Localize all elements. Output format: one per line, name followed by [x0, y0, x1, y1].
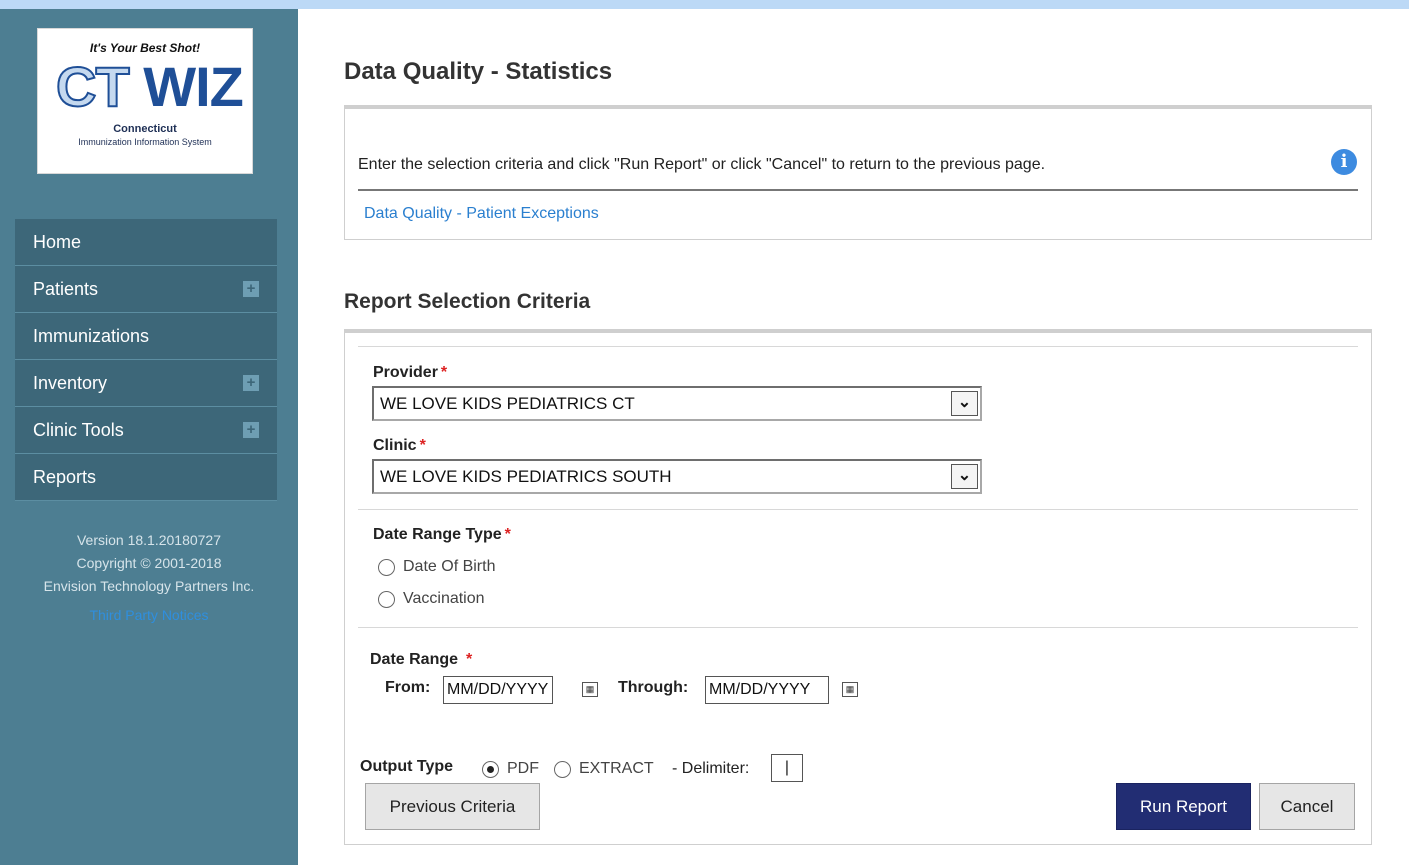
cancel-button[interactable]: Cancel	[1259, 783, 1355, 830]
logo-wiz: WIZ	[143, 55, 244, 118]
date-range-label: Date Range *	[370, 651, 472, 669]
nav-item-inventory[interactable]: Inventory +	[15, 360, 277, 407]
radio-button[interactable]	[554, 760, 571, 778]
version-info: Version 18.1.20180727 Copyright © 2001-2…	[0, 529, 298, 627]
required-mark: *	[419, 437, 426, 454]
through-date-input[interactable]: MM/DD/YYYY	[705, 676, 829, 704]
radio-date-of-birth[interactable]: Date Of Birth	[378, 558, 495, 576]
nav-item-reports[interactable]: Reports	[15, 454, 277, 501]
nav-item-home[interactable]: Home	[15, 219, 277, 266]
main-nav: Home Patients + Immunizations Inventory + …	[15, 219, 277, 501]
radio-button[interactable]	[482, 760, 499, 778]
divider	[358, 189, 1358, 191]
radio-label: Vaccination	[403, 590, 485, 607]
radio-label: EXTRACT	[579, 760, 654, 777]
copyright-text: Copyright © 2001-2018	[76, 555, 222, 571]
expand-plus-icon[interactable]: +	[243, 422, 259, 438]
calendar-icon[interactable]: ▦	[842, 682, 858, 697]
from-label: From:	[385, 679, 431, 696]
radio-button[interactable]	[378, 590, 395, 608]
logo-system: Immunization Information System	[78, 137, 212, 147]
required-mark: *	[466, 651, 473, 668]
delimiter-input[interactable]: |	[771, 754, 803, 782]
radio-extract[interactable]: EXTRACT	[554, 760, 654, 778]
divider	[358, 509, 1358, 510]
date-range-type-label: Date Range Type *	[373, 526, 511, 544]
nav-item-immunizations[interactable]: Immunizations	[15, 313, 277, 360]
date-range-type-text: Date Range Type	[373, 526, 502, 543]
divider	[358, 627, 1358, 628]
output-type-label: Output Type	[360, 758, 454, 775]
nav-item-patients[interactable]: Patients +	[15, 266, 277, 313]
nav-label: Home	[33, 231, 82, 252]
through-label: Through:	[618, 679, 689, 696]
criteria-panel: Provider * WE LOVE KIDS PEDIATRICS CT ⌄ C…	[344, 329, 1372, 845]
provider-select[interactable]: WE LOVE KIDS PEDIATRICS CT ⌄	[372, 386, 982, 421]
clinic-select-value: WE LOVE KIDS PEDIATRICS SOUTH	[380, 467, 672, 486]
provider-label-text: Provider	[373, 364, 438, 381]
radio-label: PDF	[507, 760, 539, 777]
logo-wordmark: CT WIZ	[55, 55, 244, 118]
radio-label: Date Of Birth	[403, 558, 496, 575]
divider	[358, 346, 1358, 347]
clinic-label-text: Clinic	[373, 437, 417, 454]
logo-state: Connecticut	[113, 123, 177, 135]
logo-tagline: It's Your Best Shot!	[89, 41, 201, 55]
criteria-heading: Report Selection Criteria	[344, 290, 591, 313]
version-text: Version 18.1.20180727	[76, 532, 221, 548]
date-range-text: Date Range	[370, 651, 459, 668]
ct-wiz-logo[interactable]: It's Your Best Shot! CT WIZ Connecticut …	[37, 28, 253, 174]
top-bar	[0, 0, 1409, 9]
clinic-select[interactable]: WE LOVE KIDS PEDIATRICS SOUTH ⌄	[372, 459, 982, 494]
sidebar: It's Your Best Shot! CT WIZ Connecticut …	[0, 9, 298, 865]
instructions-panel: Enter the selection criteria and click "…	[344, 105, 1372, 240]
nav-item-clinic-tools[interactable]: Clinic Tools +	[15, 407, 277, 454]
previous-criteria-button[interactable]: Previous Criteria	[365, 783, 540, 830]
chevron-down-icon[interactable]: ⌄	[951, 464, 978, 489]
expand-plus-icon[interactable]: +	[243, 281, 259, 297]
third-party-notices-link[interactable]: Third Party Notices	[0, 604, 298, 627]
nav-label: Reports	[33, 466, 97, 487]
radio-vaccination[interactable]: Vaccination	[378, 590, 485, 608]
delimiter-label: - Delimiter:	[672, 760, 750, 777]
calendar-icon[interactable]: ▦	[582, 682, 598, 697]
radio-pdf[interactable]: PDF	[482, 760, 539, 778]
page-title: Data Quality - Statistics	[344, 58, 613, 85]
chevron-down-icon[interactable]: ⌄	[951, 391, 978, 416]
radio-button[interactable]	[378, 558, 395, 576]
nav-label: Inventory	[33, 372, 108, 393]
info-icon[interactable]: i	[1331, 149, 1357, 175]
nav-label: Immunizations	[33, 325, 150, 346]
patient-exceptions-link[interactable]: Data Quality - Patient Exceptions	[364, 205, 599, 223]
provider-select-value: WE LOVE KIDS PEDIATRICS CT	[380, 394, 635, 413]
clinic-label: Clinic *	[373, 437, 426, 455]
company-text: Envision Technology Partners Inc.	[43, 578, 255, 594]
from-date-input[interactable]: MM/DD/YYYY	[443, 676, 553, 704]
logo-ct: CT	[55, 55, 131, 118]
provider-label: Provider *	[373, 364, 447, 382]
run-report-button[interactable]: Run Report	[1116, 783, 1251, 830]
expand-plus-icon[interactable]: +	[243, 375, 259, 391]
instructions-text: Enter the selection criteria and click "…	[358, 156, 1046, 173]
required-mark: *	[440, 364, 448, 381]
nav-label: Patients	[33, 278, 99, 299]
required-mark: *	[504, 526, 511, 543]
nav-label: Clinic Tools	[33, 419, 124, 440]
